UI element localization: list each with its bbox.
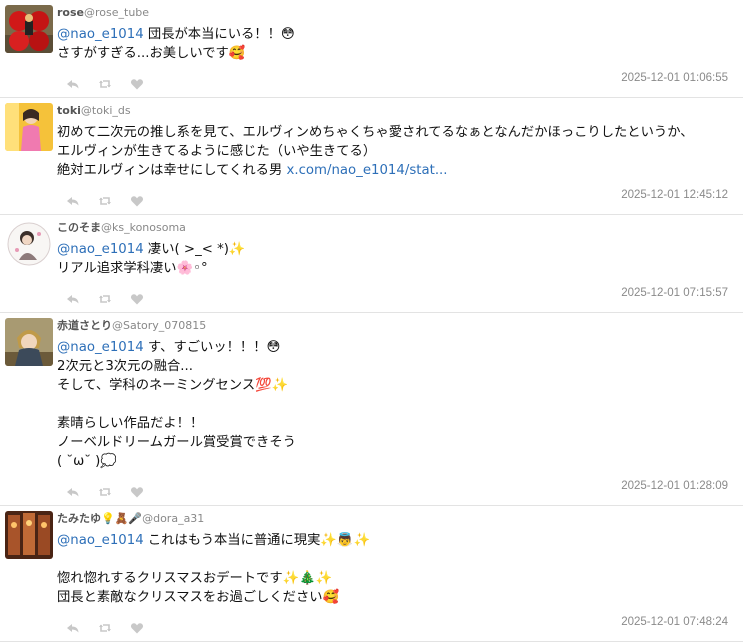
reply-icon[interactable] xyxy=(66,194,80,208)
text-segment: ノーベルドリームガール賞受賞できそう xyxy=(57,435,296,450)
url-link[interactable]: x.com/nao_e1014/stat... xyxy=(286,163,447,178)
text-segment: す、すごいッ！！！😳 xyxy=(143,340,281,355)
retweet-icon[interactable] xyxy=(98,194,112,208)
text-line: ノーベルドリームガール賞受賞できそう xyxy=(57,433,733,452)
retweet-icon[interactable] xyxy=(98,292,112,306)
tweet-item: rose@rose_tube @nao_e1014 団長が本当にいる！！😳 さすがす… xyxy=(0,0,743,98)
retweet-icon[interactable] xyxy=(98,621,112,635)
text-segment: これはもう本当に普通に現実✨👼✨ xyxy=(143,533,371,548)
text-segment: 初めて二次元の推し系を見て、エルヴィンめちゃくちゃ愛されてるなぁとなんだかほっこ… xyxy=(57,125,694,140)
reply-icon[interactable] xyxy=(66,485,80,499)
text-segment: ( ˘ω˘ )💭 xyxy=(57,454,117,469)
text-line: 初めて二次元の推し系を見て、エルヴィンめちゃくちゃ愛されてるなぁとなんだかほっこ… xyxy=(57,123,733,142)
text-line: さすがすぎる...お美しいです🥰 xyxy=(57,44,733,63)
text-segment: 2次元と3次元の融合... xyxy=(57,359,193,374)
text-segment: 絶対エルヴィンは幸せにしてくれる男 xyxy=(57,163,287,178)
avatar[interactable] xyxy=(5,103,53,151)
text-line: 団長と素敵なクリスマスをお過ごしください🥰 xyxy=(57,588,733,607)
text-line: 絶対エルヴィンは幸せにしてくれる男 x.com/nao_e1014/stat..… xyxy=(57,161,733,180)
action-bar xyxy=(66,621,144,635)
reply-feed: rose@rose_tube @nao_e1014 団長が本当にいる！！😳 さすがす… xyxy=(0,0,743,642)
text-line: @nao_e1014 これはもう本当に普通に現実✨👼✨ xyxy=(57,531,733,550)
timestamp: 2025-12-01 01:06:55 xyxy=(621,72,728,84)
text-line: ( ˘ω˘ )💭 xyxy=(57,452,733,471)
tweet-footer: 2025-12-01 01:28:09 xyxy=(57,471,733,505)
avatar[interactable] xyxy=(5,318,53,366)
text-line: そして、学科のネーミングセンス💯✨ xyxy=(57,376,733,395)
text-line: @nao_e1014 す、すごいッ！！！😳 xyxy=(57,338,733,357)
text-segment: リアル追求学科凄い🌸◦° xyxy=(57,261,208,276)
tweet-item: たみたゆ💡🧸🎤@dora_a31 @nao_e1014 これはもう本当に普通に現実… xyxy=(0,506,743,642)
user-handle[interactable]: @toki_ds xyxy=(81,104,131,117)
tweet-item: このそま@ks_konosoma @nao_e1014 凄い( >_< *)✨ リア… xyxy=(0,215,743,313)
text-line: 2次元と3次元の融合... xyxy=(57,357,733,376)
heart-icon[interactable] xyxy=(130,194,144,208)
action-bar xyxy=(66,77,144,91)
retweet-icon[interactable] xyxy=(98,77,112,91)
action-bar xyxy=(66,485,144,499)
reply-icon[interactable] xyxy=(66,292,80,306)
avatar[interactable] xyxy=(5,5,53,53)
user-name[interactable]: rose xyxy=(57,6,84,19)
tweet-header: toki@toki_ds xyxy=(57,104,733,118)
mention-link[interactable]: @nao_e1014 xyxy=(57,242,144,257)
user-handle[interactable]: @ks_konosoma xyxy=(101,221,186,234)
tweet-header: rose@rose_tube xyxy=(57,6,733,20)
text-line: @nao_e1014 凄い( >_< *)✨ xyxy=(57,240,733,259)
user-handle[interactable]: @Satory_070815 xyxy=(112,319,206,332)
text-line: エルヴィンが生きてるように感じた（いや生きてる） xyxy=(57,142,733,161)
text-segment: 惚れ惚れするクリスマスおデートです✨🎄✨ xyxy=(57,571,333,586)
user-handle[interactable]: @rose_tube xyxy=(84,6,149,19)
action-bar xyxy=(66,292,144,306)
text-segment: 団長と素敵なクリスマスをお過ごしください🥰 xyxy=(57,590,340,605)
tweet-footer: 2025-12-01 07:15:57 xyxy=(57,278,733,312)
mention-link[interactable]: @nao_e1014 xyxy=(57,533,144,548)
heart-icon[interactable] xyxy=(130,292,144,306)
mention-link[interactable]: @nao_e1014 xyxy=(57,340,144,355)
avatar[interactable] xyxy=(5,511,53,559)
timestamp: 2025-12-01 07:15:57 xyxy=(621,287,728,299)
user-name[interactable]: toki xyxy=(57,104,81,117)
mention-link[interactable]: @nao_e1014 xyxy=(57,27,144,42)
text-segment: エルヴィンが生きてるように感じた（いや生きてる） xyxy=(57,144,377,159)
timestamp: 2025-12-01 07:48:24 xyxy=(621,616,728,628)
text-line: @nao_e1014 団長が本当にいる！！😳 xyxy=(57,25,733,44)
tweet-header: 赤道さとり@Satory_070815 xyxy=(57,319,733,333)
text-segment: さすがすぎる...お美しいです🥰 xyxy=(57,46,246,61)
tweet-item: 赤道さとり@Satory_070815 @nao_e1014 す、すごいッ！！！😳… xyxy=(0,313,743,506)
tweet-text: @nao_e1014 これはもう本当に普通に現実✨👼✨ 惚れ惚れするクリスマスおデ… xyxy=(57,531,733,607)
text-line: 素晴らしい作品だよ！！ xyxy=(57,414,733,433)
reply-icon[interactable] xyxy=(66,77,80,91)
text-line xyxy=(57,395,733,414)
tweet-footer: 2025-12-01 01:06:55 xyxy=(57,63,733,97)
action-bar xyxy=(66,194,144,208)
tweet-item: toki@toki_ds 初めて二次元の推し系を見て、エルヴィンめちゃくちゃ愛され… xyxy=(0,98,743,215)
retweet-icon[interactable] xyxy=(98,485,112,499)
tweet-text: @nao_e1014 凄い( >_< *)✨ リアル追求学科凄い🌸◦° xyxy=(57,240,733,278)
text-line: 惚れ惚れするクリスマスおデートです✨🎄✨ xyxy=(57,569,733,588)
tweet-text: @nao_e1014 団長が本当にいる！！😳 さすがすぎる...お美しいです🥰 xyxy=(57,25,733,63)
user-name[interactable]: たみたゆ💡🧸🎤 xyxy=(57,512,142,525)
heart-icon[interactable] xyxy=(130,77,144,91)
timestamp: 2025-12-01 12:45:12 xyxy=(621,189,728,201)
text-segment: そして、学科のネーミングセンス💯✨ xyxy=(57,378,289,393)
user-name[interactable]: このそま xyxy=(57,221,101,234)
avatar[interactable] xyxy=(5,220,53,268)
text-segment: 凄い( >_< *)✨ xyxy=(143,242,246,257)
text-segment: 素晴らしい作品だよ！！ xyxy=(57,416,204,431)
tweet-text: @nao_e1014 す、すごいッ！！！😳 2次元と3次元の融合... そして、学科… xyxy=(57,338,733,471)
text-line xyxy=(57,550,733,569)
tweet-footer: 2025-12-01 12:45:12 xyxy=(57,180,733,214)
timestamp: 2025-12-01 01:28:09 xyxy=(621,480,728,492)
heart-icon[interactable] xyxy=(130,621,144,635)
heart-icon[interactable] xyxy=(130,485,144,499)
user-handle[interactable]: @dora_a31 xyxy=(142,512,204,525)
tweet-header: このそま@ks_konosoma xyxy=(57,221,733,235)
tweet-header: たみたゆ💡🧸🎤@dora_a31 xyxy=(57,512,733,526)
tweet-text: 初めて二次元の推し系を見て、エルヴィンめちゃくちゃ愛されてるなぁとなんだかほっこ… xyxy=(57,123,733,180)
text-line: リアル追求学科凄い🌸◦° xyxy=(57,259,733,278)
text-segment: 団長が本当にいる！！😳 xyxy=(143,27,295,42)
user-name[interactable]: 赤道さとり xyxy=(57,319,112,332)
reply-icon[interactable] xyxy=(66,621,80,635)
